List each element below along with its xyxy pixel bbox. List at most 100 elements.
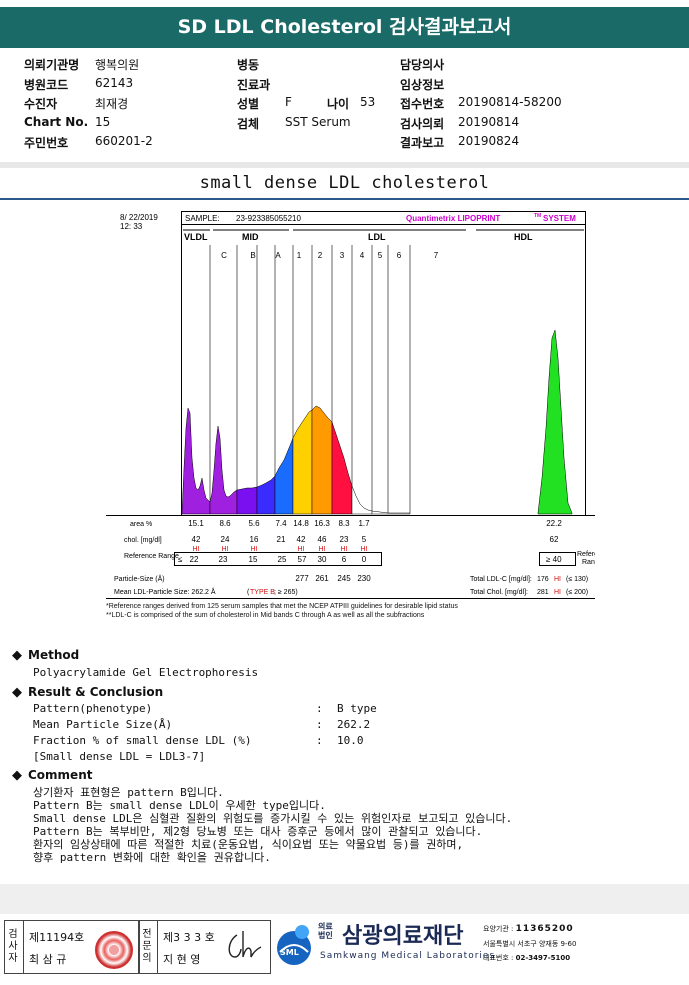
ref-value: 25 bbox=[278, 555, 287, 564]
chol-value: 42 bbox=[192, 535, 201, 544]
tester-divider bbox=[23, 921, 24, 973]
result-value-3: 10.0 bbox=[337, 734, 364, 747]
chol-hi-flag: HI bbox=[222, 546, 229, 553]
ref-value: 15 bbox=[249, 555, 258, 564]
total-ldl-ref: (≤ 130) bbox=[566, 576, 588, 583]
chol-value: 21 bbox=[277, 535, 286, 544]
chol-hi-flag: HI bbox=[341, 546, 348, 553]
org-address: 서울특별시 서초구 양재동 9-60 bbox=[483, 940, 577, 948]
doctor-license: 제3 3 3 호 bbox=[163, 931, 215, 944]
hdl-ref-label-1: Reference bbox=[577, 551, 595, 558]
area-value: 7.4 bbox=[275, 519, 287, 528]
org-name: 삼광의료재단 bbox=[342, 924, 464, 949]
chol-value: 24 bbox=[221, 535, 230, 544]
chart-system-tm: TM bbox=[534, 213, 541, 219]
chart-sample-label: SAMPLE: bbox=[185, 214, 220, 223]
info-divider bbox=[0, 162, 689, 168]
chart-no-value: 15 bbox=[95, 115, 111, 129]
total-chol-label: Total Chol. [mg/dl]: bbox=[470, 589, 528, 596]
area-value: 5.6 bbox=[248, 519, 260, 528]
dept-label: 진료과 bbox=[237, 78, 271, 92]
group-label-ldl: LDL bbox=[368, 232, 386, 242]
band-label-7: 7 bbox=[434, 251, 439, 260]
chart-date: 8/ 22/2019 bbox=[120, 213, 158, 222]
note-2: **LDL-C is comprised of the sum of chole… bbox=[106, 612, 425, 619]
row-label-ref: Reference Range bbox=[124, 553, 179, 560]
method-body: Polyacrylamide Gel Electrophoresis bbox=[33, 666, 259, 679]
particle-size-value: 245 bbox=[337, 574, 351, 583]
chol-hi-flag: HI bbox=[319, 546, 326, 553]
comment-heading: ◆ Comment bbox=[12, 768, 92, 783]
area-value: 15.1 bbox=[188, 519, 204, 528]
band-label-6: 6 bbox=[397, 251, 402, 260]
result-value-2: 262.2 bbox=[337, 718, 371, 731]
group-label-mid: MID bbox=[242, 232, 259, 242]
chol-hi-flag: HI bbox=[361, 546, 368, 553]
band-mid-b bbox=[236, 486, 258, 515]
area-value: 8.6 bbox=[219, 519, 231, 528]
clinical-label: 임상정보 bbox=[400, 78, 445, 92]
result-formula: [Small dense LDL = LDL3-7] bbox=[33, 750, 206, 763]
mean-size-text: Mean LDL-Particle Size: 262.2 Å bbox=[114, 587, 216, 596]
note-1: *Reference ranges derived from 125 serum… bbox=[106, 603, 458, 610]
band-label-2: 2 bbox=[318, 251, 323, 260]
group-label-vldl: VLDL bbox=[184, 232, 208, 242]
specimen-label: 검체 bbox=[237, 117, 260, 131]
band-label-C: C bbox=[221, 251, 227, 260]
chart-background bbox=[106, 208, 595, 604]
sml-logo: SML bbox=[272, 922, 316, 968]
row-label-size: Particle-Size (Å) bbox=[114, 574, 165, 583]
agency-value: 11365200 bbox=[515, 924, 574, 934]
chart-sample-id: 23-923385055210 bbox=[236, 214, 302, 223]
result-key-2: Mean Particle Size(Å) bbox=[33, 718, 173, 731]
diamond-bullet-icon: ◆ bbox=[12, 768, 22, 783]
ward-label: 병동 bbox=[237, 58, 260, 72]
area-value: 16.3 bbox=[314, 519, 330, 528]
result-sep-2: : bbox=[316, 718, 323, 731]
total-chol-ref: (≤ 200) bbox=[566, 589, 588, 596]
code-label: 병원코드 bbox=[24, 78, 69, 92]
chart-system-name: Quantimetrix LIPOPRINT bbox=[406, 214, 500, 223]
tester-vertical-label: 검사자 bbox=[8, 929, 18, 964]
total-ldl-hi: HI bbox=[554, 576, 561, 583]
row-label-chol: chol. [mg/dl] bbox=[124, 537, 162, 544]
receipt-label: 접수번호 bbox=[400, 97, 445, 111]
method-heading: ◆ Method bbox=[12, 648, 79, 663]
report-label: 결과보고 bbox=[400, 136, 445, 150]
hdl-ref-value: ≥ 40 bbox=[546, 555, 562, 564]
total-chol-hi: HI bbox=[554, 589, 561, 596]
chart-no-label: Chart No. bbox=[24, 115, 89, 129]
type-text: TYPE B bbox=[250, 589, 275, 596]
comment-line-6: 향후 pattern 변화에 대한 확인을 권유합니다. bbox=[33, 851, 271, 864]
agency-label: 요양기관 : bbox=[483, 925, 514, 933]
sml-logo-icon bbox=[277, 925, 311, 965]
chol-value: 23 bbox=[340, 535, 349, 544]
receipt-value: 20190814-58200 bbox=[458, 95, 562, 109]
hospital-label: 의뢰기관명 bbox=[24, 58, 80, 72]
result-value-1: B type bbox=[337, 702, 377, 715]
id-label: 주민번호 bbox=[24, 136, 69, 150]
signature-footer: 검사자 제11194호 최 삼 규 전문의 제3 3 3 호 지 현 영 SML… bbox=[0, 918, 689, 976]
band-label-1: 1 bbox=[297, 251, 302, 260]
comment-heading-text: Comment bbox=[28, 768, 93, 782]
chol-hi-flag: HI bbox=[193, 546, 200, 553]
particle-size-value: 261 bbox=[315, 574, 329, 583]
report-title: SD LDL Cholesterol 검사결과보고서 bbox=[0, 7, 689, 48]
lipoprint-chart-svg: 8/ 22/201912: 33 SAMPLE: 23-923385055210 Qu… bbox=[106, 208, 609, 604]
doctor-divider bbox=[157, 921, 158, 973]
method-heading-text: Method bbox=[28, 648, 80, 662]
result-sep-3: : bbox=[316, 734, 323, 747]
chart-system-suffix: SYSTEM bbox=[543, 214, 576, 223]
area-value: 1.7 bbox=[358, 519, 370, 528]
result-key-3: Fraction % of small dense LDL (%) bbox=[33, 734, 252, 747]
patient-value: 최재경 bbox=[95, 97, 129, 111]
chol-hi-flag: HI bbox=[298, 546, 305, 553]
chol-value: 16 bbox=[250, 535, 259, 544]
ref-value: 6 bbox=[342, 555, 347, 564]
type-ref: ; ≥ 265) bbox=[274, 589, 298, 596]
org-name-en: Samkwang Medical Laboratories bbox=[320, 951, 496, 961]
result-heading-text: Result & Conclusion bbox=[28, 685, 164, 699]
ref-value: 23 bbox=[219, 555, 228, 564]
hospital-value: 행복의원 bbox=[95, 58, 140, 72]
code-value: 62143 bbox=[95, 76, 134, 90]
